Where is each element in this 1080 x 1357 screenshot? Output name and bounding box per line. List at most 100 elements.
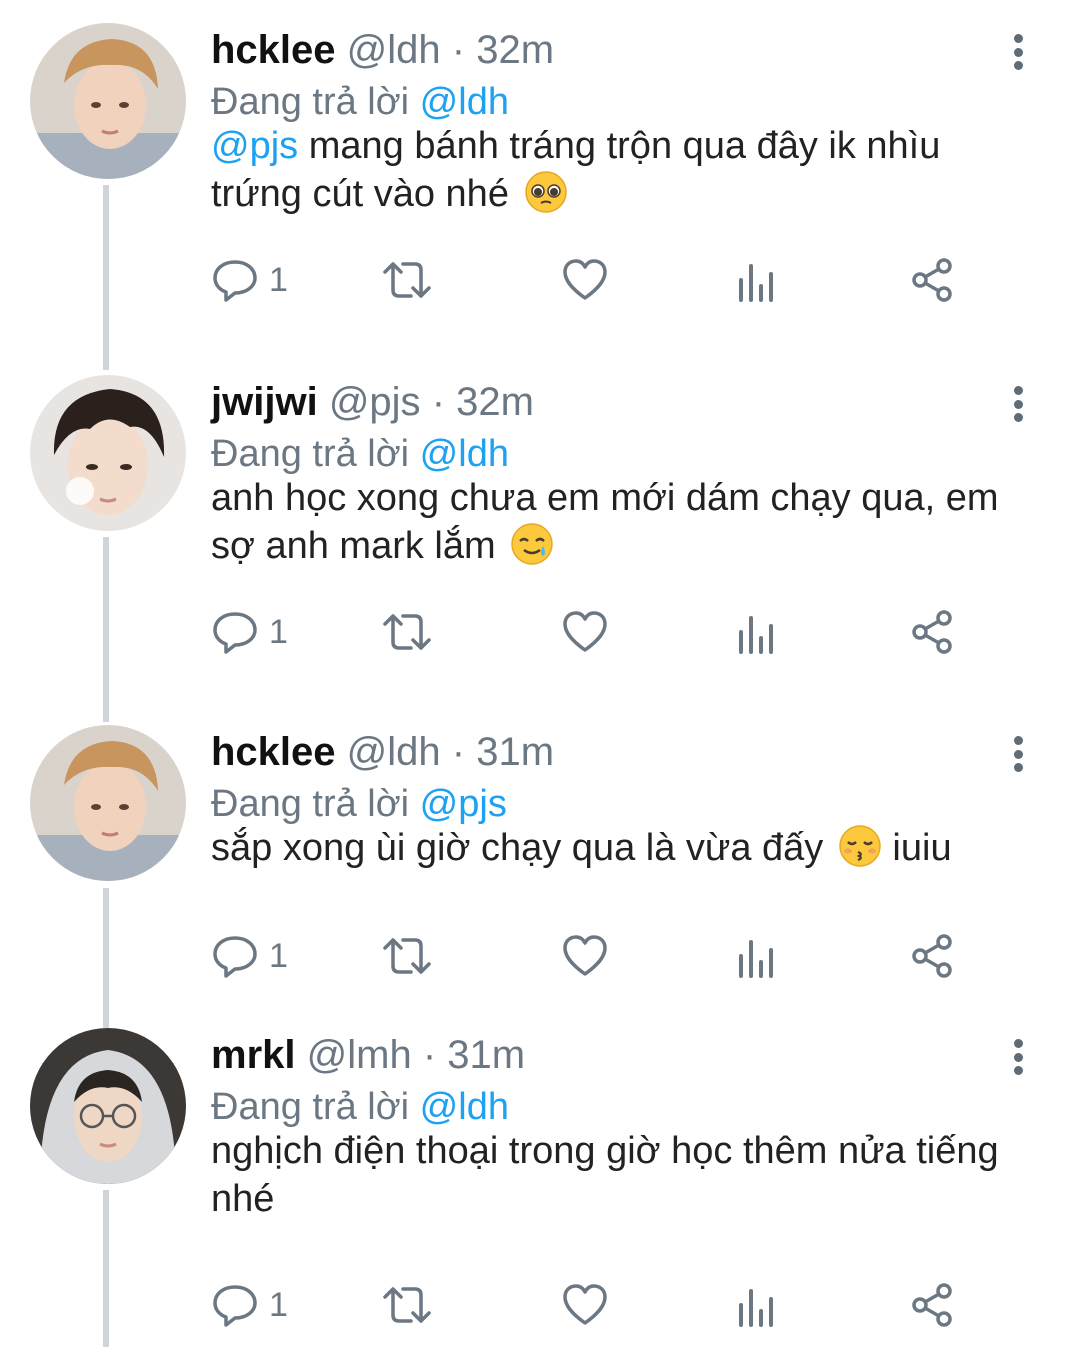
- reply-count: 1: [269, 936, 288, 975]
- reply-icon: [213, 260, 257, 302]
- replying-to-mention[interactable]: @ldh: [420, 1086, 509, 1128]
- replying-to-mention[interactable]: @pjs: [420, 783, 507, 825]
- retweet-button[interactable]: [381, 252, 433, 308]
- timestamp[interactable]: 32m: [476, 28, 554, 72]
- tweet-header: hcklee @ldh · 31m: [211, 728, 554, 776]
- analytics-button[interactable]: [736, 1277, 776, 1333]
- tweet-actions: 1: [211, 1277, 971, 1333]
- timestamp[interactable]: 31m: [476, 730, 554, 774]
- timestamp[interactable]: 32m: [456, 380, 534, 424]
- tweet-header: jwijwi @pjs · 32m: [211, 378, 534, 426]
- replying-to-label: Đang trả lời: [211, 1086, 410, 1128]
- reply-button[interactable]: 1: [211, 604, 288, 660]
- replying-to: Đang trả lời @pjs: [211, 780, 507, 828]
- avatar[interactable]: [30, 725, 186, 881]
- separator: ·: [422, 1033, 437, 1077]
- share-icon: [912, 1283, 952, 1327]
- analytics-icon: [739, 264, 773, 302]
- pleading-face-emoji-icon: [524, 170, 568, 214]
- share-button[interactable]: [908, 1277, 956, 1333]
- analytics-icon: [739, 940, 773, 978]
- reply-count: 1: [269, 260, 288, 299]
- retweet-button[interactable]: [381, 604, 433, 660]
- display-name[interactable]: hcklee: [211, 730, 336, 774]
- analytics-button[interactable]: [736, 928, 776, 984]
- reply-button[interactable]: 1: [211, 928, 288, 984]
- heart-icon: [563, 259, 607, 300]
- share-icon: [912, 934, 952, 978]
- display-name[interactable]: jwijwi: [211, 380, 318, 424]
- tweet-body: mang bánh tráng trộn qua đây ik nhìu trứ…: [211, 125, 941, 215]
- replying-to: Đang trả lời @ldh: [211, 78, 509, 126]
- more-vertical-icon[interactable]: [1000, 732, 1036, 776]
- handle[interactable]: @ldh: [347, 28, 441, 72]
- replying-to-label: Đang trả lời: [211, 81, 410, 123]
- tweet-actions: 1: [211, 928, 971, 984]
- tweet-text: @pjs mang bánh tráng trộn qua đây ik nhì…: [211, 122, 1041, 218]
- heart-icon: [563, 1284, 607, 1325]
- replying-to-label: Đang trả lời: [211, 433, 410, 475]
- tweet[interactable]: hcklee @ldh · 32m Đang trả lời @ldh @pjs…: [0, 0, 1080, 352]
- analytics-button[interactable]: [736, 252, 776, 308]
- handle[interactable]: @lmh: [307, 1033, 412, 1077]
- tweet[interactable]: mrkl @lmh · 31m Đang trả lời @ldh nghịch…: [0, 1005, 1080, 1357]
- more-vertical-icon[interactable]: [1000, 382, 1036, 426]
- timestamp[interactable]: 31m: [447, 1033, 525, 1077]
- like-button[interactable]: [561, 928, 609, 984]
- like-button[interactable]: [561, 252, 609, 308]
- tweet-header: hcklee @ldh · 32m: [211, 26, 554, 74]
- separator: ·: [451, 730, 466, 774]
- mention-link[interactable]: @pjs: [211, 125, 298, 167]
- more-vertical-icon[interactable]: [1000, 1035, 1036, 1079]
- analytics-button[interactable]: [736, 604, 776, 660]
- analytics-icon: [739, 1289, 773, 1327]
- retweet-button[interactable]: [381, 928, 433, 984]
- heart-icon: [563, 935, 607, 976]
- handle[interactable]: @ldh: [347, 730, 441, 774]
- tweet-header: mrkl @lmh · 31m: [211, 1031, 525, 1079]
- reply-icon: [213, 936, 257, 978]
- reply-icon: [213, 1285, 257, 1327]
- retweet-icon: [383, 262, 431, 298]
- smiling-face-with-tear-emoji-icon: [510, 522, 554, 566]
- retweet-icon: [383, 938, 431, 974]
- tweet-text: nghịch điện thoại trong giờ học thêm nửa…: [211, 1127, 1041, 1223]
- like-button[interactable]: [561, 1277, 609, 1333]
- retweet-icon: [383, 1287, 431, 1323]
- reply-icon: [213, 612, 257, 654]
- reply-button[interactable]: 1: [211, 1277, 288, 1333]
- share-button[interactable]: [908, 252, 956, 308]
- tweet-body: sắp xong ùi giờ chạy qua là vừa đấy: [211, 827, 824, 869]
- avatar[interactable]: [30, 23, 186, 179]
- tweet-body-suffix: iuiu: [892, 827, 952, 869]
- replying-to-mention[interactable]: @ldh: [420, 433, 509, 475]
- like-button[interactable]: [561, 604, 609, 660]
- share-button[interactable]: [908, 604, 956, 660]
- tweet-body: nghịch điện thoại trong giờ học thêm nửa…: [211, 1130, 999, 1220]
- retweet-icon: [383, 614, 431, 650]
- tweet-actions: 1: [211, 252, 971, 308]
- replying-to: Đang trả lời @ldh: [211, 430, 509, 478]
- avatar[interactable]: [30, 375, 186, 531]
- tweet[interactable]: hcklee @ldh · 31m Đang trả lời @pjs sắp …: [0, 702, 1080, 1054]
- replying-to: Đang trả lời @ldh: [211, 1083, 509, 1131]
- tweet-text: sắp xong ùi giờ chạy qua là vừa đấy iuiu: [211, 824, 1041, 872]
- heart-icon: [563, 611, 607, 652]
- replying-to-label: Đang trả lời: [211, 783, 410, 825]
- display-name[interactable]: mrkl: [211, 1033, 296, 1077]
- tweet-text: anh học xong chưa em mới dám chạy qua, e…: [211, 474, 1041, 570]
- more-vertical-icon[interactable]: [1000, 30, 1036, 74]
- reply-count: 1: [269, 1285, 288, 1324]
- avatar[interactable]: [30, 1028, 186, 1184]
- tweet-body: anh học xong chưa em mới dám chạy qua, e…: [211, 477, 999, 567]
- tweet[interactable]: jwijwi @pjs · 32m Đang trả lời @ldh anh …: [0, 352, 1080, 704]
- display-name[interactable]: hcklee: [211, 28, 336, 72]
- analytics-icon: [739, 616, 773, 654]
- handle[interactable]: @pjs: [329, 380, 421, 424]
- share-icon: [912, 610, 952, 654]
- replying-to-mention[interactable]: @ldh: [420, 81, 509, 123]
- reply-button[interactable]: 1: [211, 252, 288, 308]
- share-button[interactable]: [908, 928, 956, 984]
- kissing-face-emoji-icon: [838, 824, 882, 868]
- retweet-button[interactable]: [381, 1277, 433, 1333]
